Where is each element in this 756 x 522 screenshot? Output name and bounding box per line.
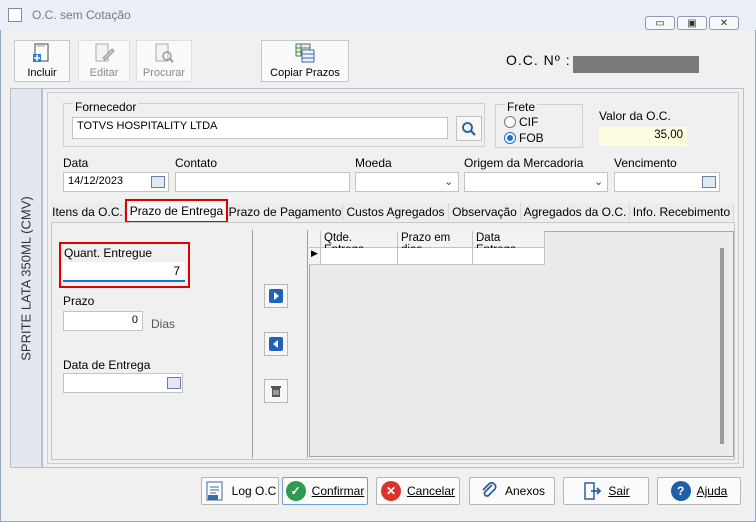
tab-custos-agregados[interactable]: Custos Agregados [343,203,449,221]
valor-oc-value: 35,00 [599,127,687,146]
check-icon: ✓ [285,481,306,501]
search-document-icon [155,43,174,63]
tab-prazo-pagamento[interactable]: Prazo de Pagamento [228,203,343,221]
quant-entregue-label: Quant. Entregue [64,246,153,260]
quant-entregue-field[interactable]: 7 [63,262,185,282]
fornecedor-label: Fornecedor [73,100,139,114]
grid-cell[interactable] [321,248,398,265]
grid-header-prazo[interactable]: Prazo em dias [398,231,473,256]
restore-button[interactable]: ▣ [677,16,707,30]
contato-field[interactable] [175,172,350,192]
grid-cell[interactable] [473,248,545,265]
remove-from-grid-button[interactable] [264,332,288,356]
grid-cell[interactable] [398,248,473,265]
copiar-prazos-button[interactable]: Copiar Prazos [261,40,349,82]
frete-cif-label: CIF [519,115,539,129]
copy-table-icon [295,43,315,63]
log-oc-button[interactable]: Log O.C [201,477,279,505]
delete-button[interactable] [264,379,288,403]
calendar-icon[interactable] [167,377,181,389]
anexos-button[interactable]: Anexos [469,477,555,505]
close-button[interactable]: ✕ [709,16,739,30]
prazo-label: Prazo [63,294,95,308]
procurar-button[interactable]: Procurar [136,40,192,82]
tab-prazo-entrega[interactable]: Prazo de Entrega [125,199,228,223]
data-entrega-field[interactable] [63,373,183,393]
log-icon [206,481,223,501]
exit-icon [584,482,602,500]
window-title: O.C. sem Cotação [32,8,131,22]
grid-header-data[interactable]: Data Entrega [473,231,545,256]
sair-button[interactable]: Sair [563,477,649,505]
data-label: Data [63,156,89,170]
editar-button[interactable]: Editar [78,40,130,82]
tab-agregados-oc[interactable]: Agregados da O.C. [521,203,630,221]
search-icon [462,121,476,136]
frete-cif-radio[interactable] [504,116,516,128]
chevron-down-icon: ⌄ [444,176,454,188]
frete-fob-radio[interactable] [504,132,516,144]
frete-fob-label: FOB [519,131,544,145]
edit-document-icon [95,43,115,62]
side-product-wrapper: SPRITE LATA 350ML (CMV) [10,88,42,468]
cancelar-button[interactable]: ✕ Cancelar [376,477,460,505]
ajuda-button[interactable]: ? Ajuda [657,477,741,505]
confirmar-button[interactable]: ✓ Confirmar [282,477,368,505]
grid-header-qtde[interactable]: Qtde. Entrega [321,231,398,256]
chevron-down-icon: ⌄ [594,176,604,188]
vencimento-label: Vencimento [614,156,677,170]
origem-select[interactable] [464,172,608,192]
calendar-icon[interactable] [151,176,165,188]
tab-itens[interactable]: Itens da O.C. [51,203,125,221]
arrow-right-icon [269,289,283,303]
origem-label: Origem da Mercadoria [464,156,584,170]
grid-corner [309,231,321,248]
frete-label: Frete [505,100,538,114]
minimize-button[interactable]: ▭ [645,16,675,30]
fornecedor-field[interactable]: TOTVS HOSPITALITY LTDA [72,117,448,139]
arrow-left-icon [269,337,283,351]
row-indicator-icon: ▶ [309,248,321,265]
contato-label: Contato [175,156,218,170]
moeda-label: Moeda [355,156,392,170]
dias-label: Dias [151,317,176,331]
calendar-icon[interactable] [702,176,716,188]
help-icon: ? [670,481,691,501]
valor-oc-label: Valor da O.C. [599,109,671,123]
prazo-field[interactable]: 0 [63,311,143,331]
incluir-button[interactable]: Incluir [14,40,70,82]
paperclip-icon [482,482,497,497]
data-entrega-label: Data de Entrega [63,358,151,372]
new-document-icon [33,43,49,62]
fornecedor-search-button[interactable] [456,116,482,141]
tab-info-recebimento[interactable]: Info. Recebimento [630,203,734,221]
grid-scrollbar[interactable] [720,248,724,444]
oc-number-label: O.C. Nº : [506,52,571,68]
product-name-vertical: SPRITE LATA 350ML (CMV) [18,195,34,361]
app-icon [8,8,22,22]
trash-icon [271,386,281,397]
cancel-icon: ✕ [380,481,401,501]
tab-observacao[interactable]: Observação [449,203,521,221]
oc-number-value-redacted [573,56,699,73]
add-to-grid-button[interactable] [264,284,288,308]
